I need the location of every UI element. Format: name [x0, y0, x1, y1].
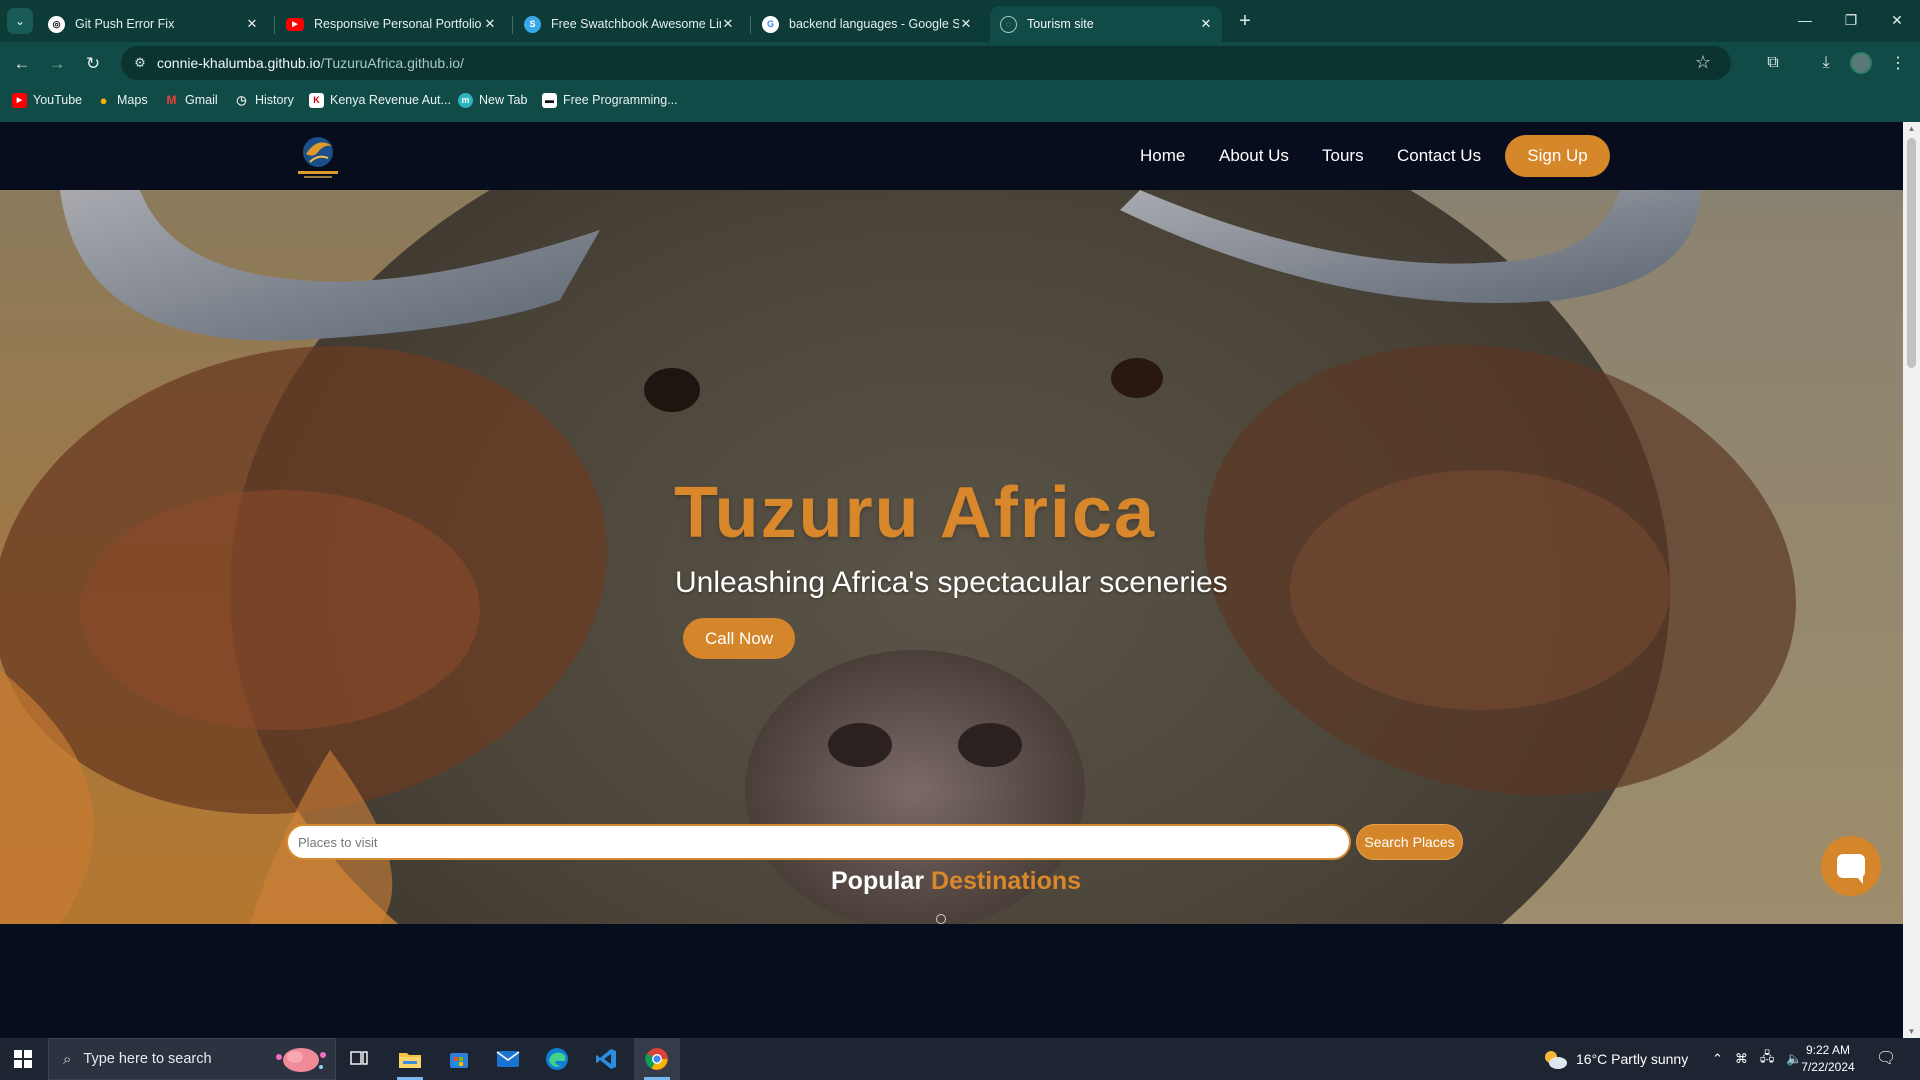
- tab-google-search[interactable]: G backend languages - Google Se ✕: [752, 6, 982, 42]
- tab-title: Free Swatchbook Awesome Lin: [551, 17, 721, 31]
- freecodecamp-icon: ▬: [542, 92, 557, 108]
- carousel-indicator: [936, 914, 946, 924]
- maps-icon: ●: [99, 92, 108, 108]
- close-tab-icon[interactable]: ✕: [958, 16, 974, 32]
- section-title: Popular Destinations: [831, 867, 1082, 895]
- address-bar[interactable]: ⚙ connie-khalumba.github.io/TuzuruAfrica…: [121, 46, 1731, 80]
- chevron-up-icon[interactable]: ⌃: [1712, 1051, 1723, 1067]
- hero-title: Tuzuru Africa: [674, 473, 1157, 553]
- tab-search-button[interactable]: ⌄: [7, 8, 33, 34]
- sign-up-button[interactable]: Sign Up: [1505, 135, 1610, 177]
- openai-icon: ◎: [48, 15, 65, 33]
- history-icon: ◷: [236, 93, 247, 107]
- newtab-icon: m: [458, 92, 473, 108]
- hero-section: Tuzuru Africa Unleashing Africa's specta…: [0, 190, 1903, 924]
- meet-now-icon[interactable]: ⌘: [1735, 1051, 1748, 1067]
- globe-icon: ◌: [1000, 15, 1017, 33]
- network-icon[interactable]: 🖧: [1760, 1048, 1775, 1070]
- close-tab-icon[interactable]: ✕: [482, 16, 498, 32]
- microsoft-store-icon[interactable]: [436, 1038, 482, 1080]
- chrome-icon[interactable]: [634, 1038, 680, 1080]
- tab-portfolio[interactable]: ▶ Responsive Personal Portfolio W ✕: [276, 6, 506, 42]
- close-window-button[interactable]: ✕: [1874, 6, 1920, 34]
- edge-icon[interactable]: [534, 1038, 580, 1080]
- gmail-icon: M: [166, 93, 177, 107]
- search-icon: ⌕: [63, 1050, 72, 1068]
- swatchbook-icon: S: [524, 15, 541, 33]
- minimize-button[interactable]: —: [1782, 6, 1828, 34]
- scrollbar-thumb[interactable]: [1907, 138, 1916, 368]
- google-icon: G: [762, 15, 779, 33]
- taskbar-search-box[interactable]: ⌕ Type here to search: [48, 1038, 336, 1080]
- bookmark-gmail[interactable]: M Gmail: [164, 90, 218, 110]
- new-tab-button[interactable]: +: [1232, 8, 1258, 34]
- tab-title: Responsive Personal Portfolio W: [314, 17, 484, 31]
- call-now-button[interactable]: Call Now: [683, 618, 795, 659]
- kra-icon: K: [309, 92, 324, 108]
- site-info-icon[interactable]: ⚙: [131, 54, 149, 72]
- restore-button[interactable]: ❐: [1828, 6, 1874, 34]
- vscode-icon[interactable]: [583, 1038, 629, 1080]
- start-button[interactable]: [0, 1038, 46, 1080]
- bookmark-youtube[interactable]: ▶ YouTube: [12, 90, 82, 110]
- nav-home[interactable]: Home: [1140, 146, 1185, 166]
- tab-git-push[interactable]: ◎ Git Push Error Fix ✕: [38, 6, 268, 42]
- tab-strip: ⌄ ◎ Git Push Error Fix ✕ ▶ Responsive Pe…: [0, 0, 1920, 42]
- bookmark-new-tab[interactable]: m New Tab: [458, 90, 527, 110]
- weather-widget[interactable]: 16°C Partly sunny: [1542, 1038, 1688, 1080]
- bookmark-free-programming[interactable]: ▬ Free Programming...: [542, 90, 678, 110]
- chat-widget-button[interactable]: [1821, 836, 1881, 896]
- clock-date: 7/22/2024: [1801, 1060, 1855, 1074]
- mail-icon[interactable]: [485, 1038, 531, 1080]
- back-icon[interactable]: ←: [10, 52, 34, 76]
- bookmark-kra[interactable]: K Kenya Revenue Aut...: [309, 90, 451, 110]
- windows-taskbar: ⌕ Type here to search 16°C Partly sunny …: [0, 1038, 1920, 1080]
- bookmark-history[interactable]: ◷ History: [234, 90, 294, 110]
- close-tab-icon[interactable]: ✕: [1198, 16, 1214, 32]
- tab-title: Tourism site: [1027, 17, 1094, 31]
- partly-sunny-icon: [1545, 1051, 1567, 1069]
- url-text: connie-khalumba.github.io/TuzuruAfrica.g…: [157, 55, 464, 71]
- youtube-icon: ▶: [286, 17, 304, 31]
- tab-swatchbook[interactable]: S Free Swatchbook Awesome Lin ✕: [514, 6, 744, 42]
- download-icon[interactable]: ⤓: [1813, 50, 1839, 76]
- bookmark-maps[interactable]: ● Maps: [96, 90, 148, 110]
- nav-contact-us[interactable]: Contact Us: [1397, 146, 1481, 166]
- tab-tourism-site[interactable]: ◌ Tourism site ✕: [990, 6, 1222, 42]
- bookmark-star-icon[interactable]: ☆: [1695, 52, 1711, 73]
- tab-title: backend languages - Google Se: [789, 17, 959, 31]
- task-view-icon[interactable]: [336, 1038, 382, 1080]
- page-viewport: Home About Us Tours Contact Us Sign Up T…: [0, 122, 1903, 1038]
- nav-tours[interactable]: Tours: [1322, 146, 1364, 166]
- extensions-icon[interactable]: ⧉: [1760, 50, 1786, 76]
- page-scrollbar[interactable]: ▲ ▼: [1903, 122, 1920, 1038]
- site-navbar: Home About Us Tours Contact Us Sign Up: [0, 122, 1903, 190]
- taskbar-search-placeholder: Type here to search: [83, 1051, 212, 1067]
- system-clock[interactable]: 9:22 AM 7/22/2024: [1788, 1042, 1868, 1076]
- menu-icon[interactable]: ⋮: [1885, 50, 1911, 76]
- notification-center-icon[interactable]: 🗨: [1876, 1048, 1898, 1070]
- clock-time: 9:22 AM: [1805, 1043, 1851, 1057]
- forward-icon[interactable]: →: [45, 52, 69, 76]
- close-tab-icon[interactable]: ✕: [244, 16, 260, 32]
- reload-icon[interactable]: ↻: [81, 52, 105, 76]
- tab-title: Git Push Error Fix: [75, 17, 175, 31]
- browser-chrome: ⌄ ◎ Git Push Error Fix ✕ ▶ Responsive Pe…: [0, 0, 1920, 122]
- close-tab-icon[interactable]: ✕: [720, 16, 736, 32]
- buffalo-hero-image: [0, 190, 1903, 924]
- weather-text: 16°C Partly sunny: [1576, 1051, 1689, 1067]
- hero-subtitle: Unleashing Africa's spectacular scenerie…: [675, 566, 1228, 599]
- tuzuru-africa-logo[interactable]: [292, 132, 344, 180]
- search-highlight-icon: [276, 1048, 326, 1072]
- windows-icon: [14, 1050, 32, 1068]
- nav-about-us[interactable]: About Us: [1219, 146, 1289, 166]
- youtube-icon: ▶: [12, 92, 27, 108]
- chat-icon: [1837, 854, 1865, 884]
- search-places-button[interactable]: Search Places: [1356, 824, 1463, 860]
- places-search-input[interactable]: [286, 824, 1351, 860]
- file-explorer-icon[interactable]: [387, 1038, 433, 1080]
- profile-avatar[interactable]: [1848, 50, 1874, 76]
- bookmarks-bar: ▶ YouTube ● Maps M Gmail ◷ History K Kenya Re…: [0, 88, 1920, 112]
